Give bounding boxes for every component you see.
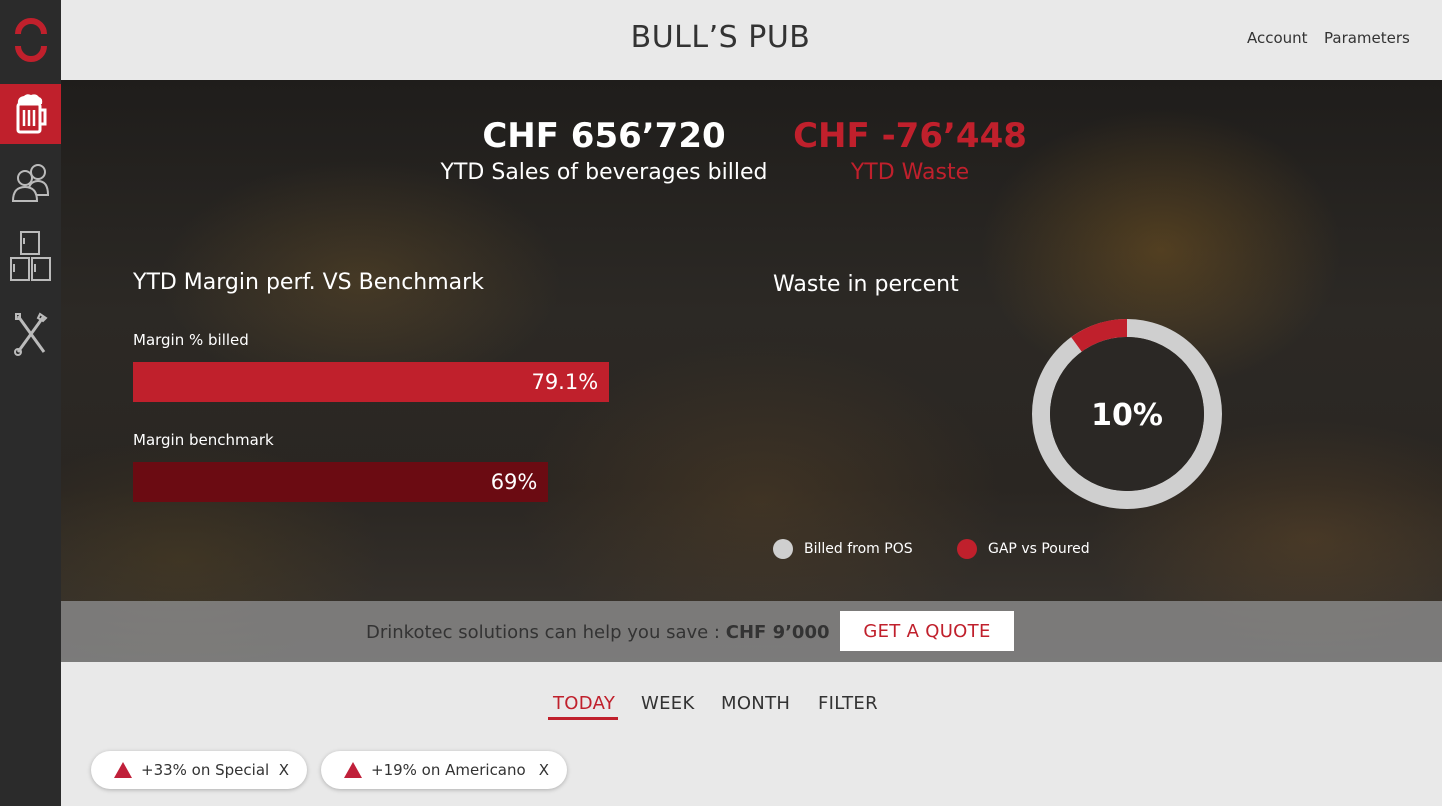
tab-filter[interactable]: FILTER — [818, 693, 878, 714]
legend-gap: GAP vs Poured — [957, 539, 1090, 559]
brand-logo[interactable] — [0, 0, 61, 80]
active-tab-indicator — [548, 717, 618, 720]
users-icon — [11, 164, 49, 202]
tab-week[interactable]: WEEK — [641, 693, 695, 714]
legend-billed-dot — [773, 539, 793, 559]
fridge-icon — [9, 231, 51, 281]
get-quote-button[interactable]: GET A QUOTE — [840, 611, 1014, 651]
legend-gap-dot — [957, 539, 977, 559]
sidebar-item-beverages[interactable] — [0, 84, 61, 144]
promo-text: Drinkotec solutions can help you save : … — [366, 622, 830, 643]
alert-chip-special: +33% on Special X — [91, 751, 307, 789]
beer-mug-icon — [16, 94, 46, 134]
sidebar-item-maintenance[interactable] — [0, 304, 61, 364]
sidebar — [0, 0, 61, 806]
legend-billed-label: Billed from POS — [804, 541, 913, 557]
margin-billed-label: Margin % billed — [133, 331, 249, 349]
top-header: BULL’S PUB Account Parameters — [61, 0, 1442, 80]
margin-billed-bar: 79.1% — [133, 362, 610, 402]
sales-kpi: CHF 656’720 YTD Sales of beverages bille… — [431, 116, 777, 185]
waste-kpi: CHF -76’448 YTD Waste — [791, 116, 1029, 185]
logo-icon — [14, 18, 47, 62]
donut-center-label: 10% — [1091, 398, 1163, 433]
tools-icon — [13, 312, 48, 356]
chip-close-button[interactable]: X — [279, 761, 289, 779]
tab-month[interactable]: MONTH — [721, 693, 790, 714]
legend-billed: Billed from POS — [773, 539, 913, 559]
waste-donut-chart: 10% — [1032, 319, 1222, 509]
waste-section-title: Waste in percent — [773, 272, 959, 297]
chip-close-button[interactable]: X — [539, 761, 549, 779]
sidebar-item-fridges[interactable] — [0, 226, 61, 286]
promo-message: Drinkotec solutions can help you save : — [366, 622, 720, 643]
margin-benchmark-value: 69% — [490, 470, 538, 494]
margin-benchmark-label: Margin benchmark — [133, 431, 274, 449]
promo-banner: Drinkotec solutions can help you save : … — [61, 601, 1442, 662]
chip-label: +19% on Americano — [371, 761, 526, 779]
trend-up-icon — [114, 762, 132, 778]
margin-section-title: YTD Margin perf. VS Benchmark — [133, 270, 484, 295]
promo-amount: CHF 9’000 — [725, 622, 830, 643]
waste-value: CHF -76’448 — [793, 116, 1027, 156]
waste-label: YTD Waste — [850, 160, 970, 185]
sales-label: YTD Sales of beverages billed — [440, 160, 768, 185]
sales-value: CHF 656’720 — [482, 116, 726, 156]
tab-today[interactable]: TODAY — [553, 693, 615, 714]
legend-gap-label: GAP vs Poured — [988, 541, 1090, 557]
page-title: BULL’S PUB — [630, 20, 811, 55]
parameters-link[interactable]: Parameters — [1324, 29, 1410, 47]
trend-up-icon — [344, 762, 362, 778]
chip-label: +33% on Special — [141, 761, 270, 779]
account-link[interactable]: Account — [1247, 29, 1308, 47]
margin-billed-value: 79.1% — [531, 370, 599, 394]
dashboard-hero: CHF 656’720 YTD Sales of beverages bille… — [61, 80, 1442, 662]
sidebar-item-users[interactable] — [0, 152, 61, 212]
alert-chip-americano: +19% on Americano X — [321, 751, 567, 789]
margin-benchmark-bar: 69% — [133, 462, 549, 502]
